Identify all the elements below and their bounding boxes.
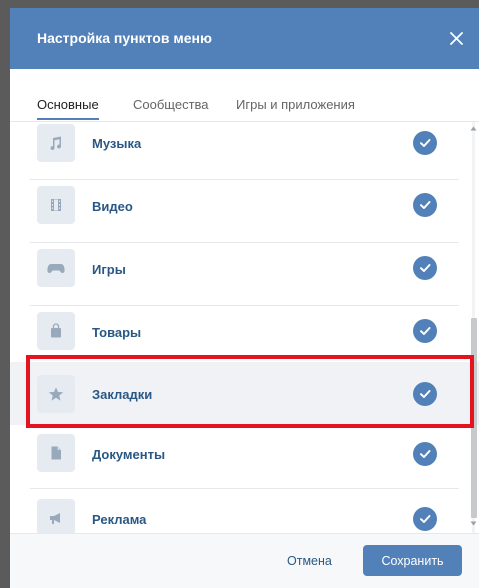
- tab-bar: Основные Сообщества Игры и приложения: [10, 69, 479, 122]
- menu-items-list: Музыка Видео Игры Товары Закладки Докуме…: [10, 122, 479, 533]
- list-item-bookmarks[interactable]: Закладки: [10, 362, 479, 425]
- checkbox-checked-icon[interactable]: [413, 256, 437, 280]
- tab-main[interactable]: Основные: [37, 97, 99, 120]
- checkbox-checked-icon[interactable]: [413, 131, 437, 155]
- item-label: Игры: [92, 262, 126, 277]
- save-button[interactable]: Сохранить: [363, 545, 462, 576]
- tab-games-apps-label: Игры и приложения: [236, 97, 355, 112]
- menu-settings-dialog: Настройка пунктов меню Основные Сообщест…: [10, 8, 479, 588]
- item-label: Музыка: [92, 136, 142, 151]
- bag-icon: [37, 312, 75, 350]
- dialog-footer: Отмена Сохранить: [10, 533, 479, 588]
- video-icon: [37, 186, 75, 224]
- item-label: Реклама: [92, 512, 147, 527]
- star-icon: [37, 375, 75, 413]
- item-label: Закладки: [92, 387, 153, 402]
- item-label: Товары: [92, 325, 142, 340]
- save-button-label: Сохранить: [381, 553, 444, 568]
- cancel-button[interactable]: Отмена: [287, 554, 332, 568]
- gamepad-icon: [37, 249, 75, 287]
- checkbox-checked-icon[interactable]: [413, 442, 437, 466]
- scroll-up-arrow-icon[interactable]: [470, 125, 477, 132]
- checkbox-checked-icon[interactable]: [413, 193, 437, 217]
- document-icon: [37, 434, 75, 472]
- list-item-games[interactable]: Игры: [10, 243, 479, 306]
- tab-communities[interactable]: Сообщества: [133, 97, 209, 112]
- active-tab-indicator: [37, 118, 99, 120]
- tab-communities-label: Сообщества: [133, 97, 209, 112]
- list-scrollbar[interactable]: [468, 122, 479, 533]
- scroll-down-arrow-icon[interactable]: [470, 520, 477, 527]
- scrollbar-thumb[interactable]: [471, 318, 477, 518]
- list-item-ads[interactable]: Реклама: [10, 489, 479, 533]
- megaphone-icon: [37, 499, 75, 533]
- item-label: Видео: [92, 199, 133, 214]
- item-label: Документы: [92, 447, 166, 462]
- dialog-title: Настройка пунктов меню: [37, 30, 212, 46]
- close-icon[interactable]: [450, 32, 463, 45]
- tab-games-apps[interactable]: Игры и приложения: [236, 97, 355, 112]
- checkbox-checked-icon[interactable]: [413, 382, 437, 406]
- checkbox-checked-icon[interactable]: [413, 507, 437, 531]
- dialog-header: Настройка пунктов меню: [10, 8, 479, 69]
- checkbox-checked-icon[interactable]: [413, 319, 437, 343]
- list-item-goods[interactable]: Товары: [10, 306, 479, 369]
- list-item-video[interactable]: Видео: [10, 180, 479, 243]
- list-item-music[interactable]: Музыка: [10, 122, 479, 180]
- tab-main-label: Основные: [37, 97, 99, 112]
- list-item-documents[interactable]: Документы: [10, 426, 479, 489]
- music-icon: [37, 124, 75, 162]
